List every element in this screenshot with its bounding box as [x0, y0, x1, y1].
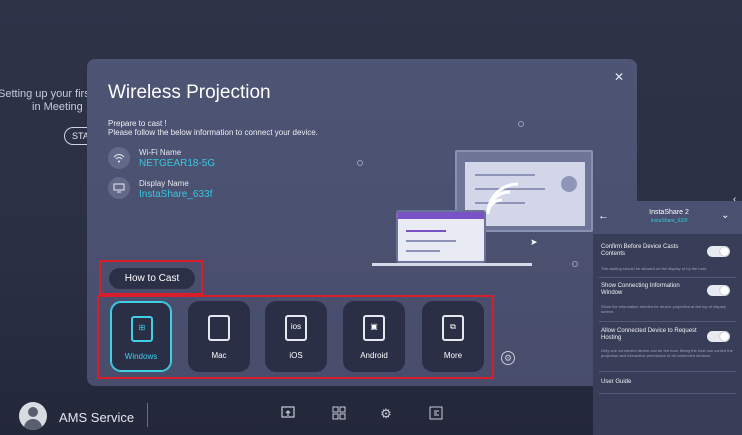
chevron-down-icon[interactable]: ⌄	[721, 210, 729, 221]
wifi-icon	[108, 147, 130, 169]
background-heading-line1: Setting up your firs	[0, 88, 90, 100]
setting-label: Confirm Before Device Casts Contents	[601, 244, 679, 257]
setting-label: Show Connecting Information Window	[601, 283, 680, 296]
user-guide-link[interactable]: User Guide	[601, 379, 697, 386]
tile-more[interactable]: ⧉ More	[422, 301, 484, 372]
close-icon[interactable]: ✕	[614, 70, 624, 84]
exit-icon[interactable]	[427, 405, 445, 423]
divider	[599, 371, 736, 372]
show-info-toggle[interactable]	[707, 285, 730, 296]
apple-icon	[208, 315, 230, 341]
tile-mac[interactable]: Mac	[188, 301, 250, 372]
gear-icon[interactable]: ⚙	[501, 351, 515, 365]
tile-label: More	[443, 351, 463, 360]
cast-icon[interactable]	[279, 405, 297, 423]
tile-label: iOS	[289, 351, 303, 360]
decor-circle	[572, 261, 578, 267]
display-icon	[108, 177, 130, 199]
panel-subtitle: InstaShare_633f	[650, 218, 688, 224]
divider	[599, 393, 736, 394]
setting-label: Allow Connected Device to Request Hostin…	[601, 328, 697, 341]
bottom-divider	[147, 403, 148, 427]
allow-hosting-toggle[interactable]	[707, 331, 730, 342]
ios-icon: ios	[285, 315, 307, 341]
laptop-base	[372, 263, 532, 266]
setting-description: Only one connected device can be the hos…	[601, 348, 733, 358]
background-heading-line2: in Meeting	[32, 101, 83, 113]
dialog-title: Wireless Projection	[108, 82, 271, 103]
more-icon: ⧉	[442, 315, 464, 341]
panel-title: InstaShare 2	[649, 209, 689, 216]
tile-android[interactable]: ▣ Android	[343, 301, 405, 372]
decor-circle	[357, 160, 363, 166]
tile-windows[interactable]: ⊞ Windows	[110, 301, 172, 372]
settings-icon[interactable]: ⚙	[377, 405, 395, 423]
instructions-text: Please follow the below information to c…	[108, 128, 318, 137]
display-value: InstaShare_633f	[139, 189, 213, 200]
panel-header: ← InstaShare 2 InstaShare_633f ⌄	[593, 201, 742, 234]
android-icon: ▣	[363, 315, 385, 341]
wireless-signal-icon	[486, 182, 519, 215]
wifi-value: NETGEAR18-5G	[139, 158, 216, 169]
user-name[interactable]: AMS Service	[59, 410, 134, 425]
prepare-text: Prepare to cast !	[108, 119, 167, 128]
divider	[599, 277, 736, 278]
display-label: Display Name	[139, 179, 189, 188]
setting-description: Show the information needed for device p…	[601, 304, 726, 314]
tile-ios[interactable]: ios iOS	[265, 301, 327, 372]
confirm-cast-toggle[interactable]	[707, 246, 730, 257]
avatar[interactable]	[19, 402, 47, 430]
cursor-icon: ➤	[530, 237, 538, 247]
tile-label: Mac	[211, 351, 227, 360]
wifi-label: Wi-Fi Name	[139, 148, 182, 157]
setting-description: The casting should be allowed on the dis…	[601, 266, 708, 271]
laptop-illustration	[396, 210, 486, 263]
tile-label: Android	[360, 351, 388, 360]
instashare-settings-panel: ← InstaShare 2 InstaShare_633f ⌄ Confirm…	[593, 201, 742, 435]
decor-circle	[518, 121, 524, 127]
highlight-box	[99, 260, 203, 295]
grid-icon[interactable]	[330, 405, 348, 423]
tile-label: Windows	[124, 352, 158, 361]
windows-icon: ⊞	[131, 316, 153, 342]
divider	[599, 321, 736, 322]
back-arrow-icon[interactable]: ←	[598, 210, 609, 222]
